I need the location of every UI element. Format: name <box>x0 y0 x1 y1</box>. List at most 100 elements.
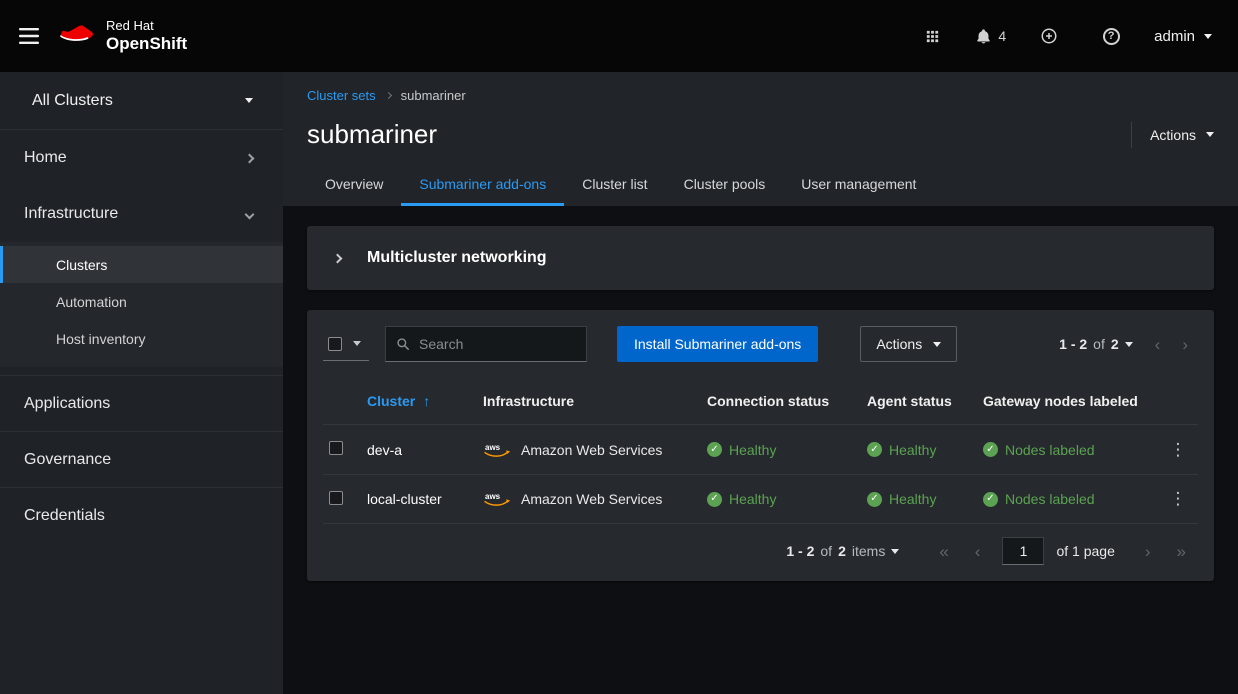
next-page-button[interactable]: › <box>1172 333 1198 356</box>
content-area: Multicluster networking In <box>283 206 1238 694</box>
infrastructure-cell: aws Amazon Web Services <box>483 441 707 459</box>
perspective-label: All Clusters <box>32 92 113 110</box>
bulk-select-checkbox[interactable] <box>328 337 342 351</box>
submariner-addons-table-card: Install Submariner add-ons Actions 1 - 2… <box>307 310 1214 581</box>
last-page-button[interactable]: » <box>1167 540 1196 563</box>
sidebar-item-clusters[interactable]: Clusters <box>0 246 283 283</box>
sidebar-item-automation[interactable]: Automation <box>0 283 283 320</box>
tab-cluster-list[interactable]: Cluster list <box>564 166 665 206</box>
tab-overview[interactable]: Overview <box>307 166 401 206</box>
sidebar-item-governance[interactable]: Governance <box>0 431 283 487</box>
pagination-range: 1 - 2 <box>786 543 814 559</box>
plus-circle-icon <box>1040 27 1058 45</box>
row-checkbox[interactable] <box>329 491 343 505</box>
agent-status[interactable]: ✓ Healthy <box>867 491 983 507</box>
chevron-right-icon <box>332 253 342 263</box>
check-circle-icon: ✓ <box>707 442 722 457</box>
current-page-input[interactable] <box>1002 537 1044 565</box>
table-row: local-cluster aws Amazon Web Services ✓ <box>323 474 1198 524</box>
table-row: dev-a aws Amazon Web Services ✓ Healthy <box>323 424 1198 474</box>
pagination-total: 2 <box>838 543 846 559</box>
column-header-cluster[interactable]: Cluster ↑ <box>367 393 483 409</box>
column-header-connection-status: Connection status <box>707 393 867 409</box>
breadcrumb-separator-icon <box>385 92 392 99</box>
breadcrumb-cluster-sets[interactable]: Cluster sets <box>307 88 376 103</box>
infrastructure-label: Amazon Web Services <box>521 491 662 507</box>
quick-create-button[interactable] <box>1030 16 1068 56</box>
sidebar-item-applications[interactable]: Applications <box>0 375 283 431</box>
sidebar-item-infrastructure[interactable]: Infrastructure <box>0 186 283 242</box>
chevron-right-icon <box>245 153 255 163</box>
infrastructure-subnav: Clusters Automation Host inventory <box>0 242 283 367</box>
pagination-items-label: items <box>852 543 885 559</box>
prev-page-button[interactable]: ‹ <box>1145 333 1171 356</box>
pagination-top: 1 - 2 of 2 ‹ › <box>1049 330 1198 358</box>
clusters-table: Cluster ↑ Infrastructure Connection stat… <box>323 378 1198 524</box>
check-circle-icon: ✓ <box>983 442 998 457</box>
pagination-options-menu[interactable]: 1 - 2 of 2 <box>1049 330 1143 358</box>
install-submariner-button[interactable]: Install Submariner add-ons <box>617 326 818 362</box>
caret-down-icon <box>933 342 941 347</box>
expand-toggle-button[interactable] <box>323 247 351 270</box>
page-header: Cluster sets submariner submariner Actio… <box>283 72 1238 206</box>
tab-bar: Overview Submariner add-ons Cluster list… <box>307 166 1214 206</box>
breadcrumb-current: submariner <box>401 88 466 103</box>
check-circle-icon: ✓ <box>983 492 998 507</box>
actions-label: Actions <box>1150 127 1196 143</box>
row-checkbox[interactable] <box>329 441 343 455</box>
aws-icon: aws <box>483 441 511 459</box>
table-toolbar: Install Submariner add-ons Actions 1 - 2… <box>323 326 1198 362</box>
brand-logo: Red Hat OpenShift <box>58 19 187 53</box>
row-kebab-menu[interactable]: ⋮ <box>1158 436 1198 464</box>
page-actions-dropdown[interactable]: Actions <box>1150 127 1214 143</box>
gateway-nodes-status[interactable]: ✓ Nodes labeled <box>983 442 1158 458</box>
table-header-row: Cluster ↑ Infrastructure Connection stat… <box>323 378 1198 424</box>
tab-user-management[interactable]: User management <box>783 166 934 206</box>
brand-line2: OpenShift <box>106 34 187 54</box>
pagination-of: of <box>820 543 832 559</box>
caret-down-icon <box>245 98 253 103</box>
next-page-button[interactable]: › <box>1135 540 1161 563</box>
main-content: Cluster sets submariner submariner Actio… <box>283 72 1238 694</box>
sidebar-item-credentials[interactable]: Credentials <box>0 487 283 543</box>
caret-down-icon <box>1204 34 1212 39</box>
masthead: Red Hat OpenShift 4 ? admin <box>0 0 1238 72</box>
sidebar-item-label: Governance <box>24 451 111 469</box>
pagination-range: 1 - 2 <box>1059 336 1087 352</box>
pagination-total: 2 <box>1111 336 1119 352</box>
app-launcher-button[interactable] <box>913 16 951 56</box>
agent-status[interactable]: ✓ Healthy <box>867 442 983 458</box>
page-count-label: of 1 page <box>1056 543 1114 559</box>
notifications-button[interactable]: 4 <box>975 28 1006 45</box>
check-circle-icon: ✓ <box>867 492 882 507</box>
connection-status[interactable]: ✓ Healthy <box>707 442 867 458</box>
pagination-options-menu[interactable]: 1 - 2 of 2 items <box>776 537 909 565</box>
column-header-infrastructure: Infrastructure <box>483 393 707 409</box>
prev-page-button[interactable]: ‹ <box>965 540 991 563</box>
sidebar-item-home[interactable]: Home <box>0 130 283 186</box>
caret-down-icon <box>353 341 361 346</box>
first-page-button[interactable]: « <box>929 540 958 563</box>
toolbar-actions-dropdown[interactable]: Actions <box>860 326 957 362</box>
tab-cluster-pools[interactable]: Cluster pools <box>666 166 784 206</box>
tab-submariner-add-ons[interactable]: Submariner add-ons <box>401 166 564 206</box>
svg-text:aws: aws <box>485 443 501 452</box>
nav-toggle-button[interactable] <box>10 16 48 56</box>
sidebar-item-label: Credentials <box>24 507 105 525</box>
help-button[interactable]: ? <box>1092 16 1130 56</box>
perspective-switcher[interactable]: All Clusters <box>0 72 283 130</box>
sidebar-item-host-inventory[interactable]: Host inventory <box>0 320 283 357</box>
check-circle-icon: ✓ <box>707 492 722 507</box>
sidebar-item-label: Home <box>24 149 67 167</box>
row-kebab-menu[interactable]: ⋮ <box>1158 485 1198 513</box>
gateway-nodes-status[interactable]: ✓ Nodes labeled <box>983 491 1158 507</box>
connection-status[interactable]: ✓ Healthy <box>707 491 867 507</box>
sidebar-item-label: Applications <box>24 395 110 413</box>
search-input[interactable] <box>419 336 576 352</box>
red-hat-icon <box>58 22 96 49</box>
sidebar-item-label: Clusters <box>56 257 107 273</box>
user-menu[interactable]: admin <box>1154 28 1212 45</box>
multicluster-networking-card: Multicluster networking <box>307 226 1214 290</box>
hamburger-icon <box>19 28 39 44</box>
bulk-select-dropdown[interactable] <box>323 328 369 361</box>
